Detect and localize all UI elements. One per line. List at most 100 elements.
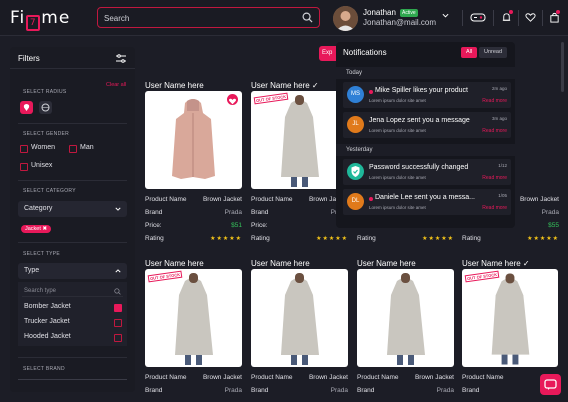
avatar[interactable] bbox=[333, 6, 358, 31]
notification-item[interactable]: MS Mike Spiller likes your product Lorem… bbox=[343, 82, 511, 108]
grey-coat-image bbox=[387, 273, 425, 365]
product-name-label: Product Name bbox=[145, 374, 187, 381]
type-option-trucker[interactable]: Trucker Jacket bbox=[24, 318, 70, 325]
header-divider bbox=[462, 10, 463, 26]
product-image[interactable] bbox=[357, 269, 454, 367]
price-value: $51 bbox=[231, 222, 242, 229]
product-name-row: Product Name Brown Jacket bbox=[145, 196, 242, 203]
rating-label: Rating bbox=[145, 235, 164, 242]
rating-row: Rating ★★★★★ bbox=[251, 235, 348, 242]
divider bbox=[18, 242, 127, 243]
grey-coat-image bbox=[175, 273, 213, 365]
heart-icon[interactable] bbox=[525, 12, 536, 23]
bomber-checkbox[interactable] bbox=[114, 304, 122, 312]
notification-text: Password successfully changed bbox=[369, 164, 469, 171]
read-more-link[interactable]: Read more bbox=[482, 205, 507, 211]
product-name-row: Product Name Brown Jacket bbox=[145, 374, 242, 381]
chevron-down-icon[interactable] bbox=[442, 12, 449, 19]
women-checkbox[interactable] bbox=[20, 145, 28, 153]
type-option-bomber[interactable]: Bomber Jacket bbox=[24, 303, 71, 310]
chip-close-icon[interactable]: ✖ bbox=[42, 226, 47, 232]
type-search-placeholder: Search type bbox=[24, 288, 57, 294]
product-image[interactable]: OUT OF STOCK bbox=[145, 269, 242, 367]
search-input[interactable] bbox=[104, 11, 294, 25]
brand-label: Brand bbox=[251, 387, 269, 394]
location-radius-button[interactable] bbox=[20, 101, 33, 114]
card-user-name: User Name here ✓ bbox=[462, 259, 530, 268]
unisex-checkbox[interactable] bbox=[20, 163, 28, 171]
rating-stars: ★★★★★ bbox=[316, 236, 348, 242]
notification-item[interactable]: DL Daniele Lee sent you a messa... Lorem… bbox=[343, 189, 511, 215]
header-divider bbox=[542, 10, 543, 26]
notification-subtext: Lorem ipsum dolor site amet bbox=[369, 98, 426, 103]
heart-icon bbox=[228, 98, 237, 105]
search-icon bbox=[114, 288, 121, 295]
avatar: MS bbox=[347, 86, 364, 103]
trucker-checkbox[interactable] bbox=[114, 319, 122, 327]
shield-check-icon bbox=[351, 166, 360, 177]
user-name: Jonathan bbox=[363, 8, 396, 17]
category-chip[interactable]: Jacket ✖ bbox=[21, 225, 52, 233]
tab-unread[interactable]: Unread bbox=[479, 47, 508, 58]
brand-label: Brand bbox=[145, 209, 163, 216]
rating-label: Rating bbox=[357, 235, 376, 242]
brand-value: Prada bbox=[224, 387, 242, 394]
brand-field-line bbox=[18, 379, 127, 380]
product-image[interactable] bbox=[251, 269, 348, 367]
today-section-label: Today bbox=[336, 67, 515, 79]
rating-label: Rating bbox=[462, 235, 481, 242]
logo-text-end: me bbox=[41, 8, 71, 28]
product-name-label: Product Name bbox=[145, 196, 187, 203]
read-more-link[interactable]: Read more bbox=[482, 128, 507, 134]
card-user-name: User Name here bbox=[357, 259, 416, 268]
page-scrollbar[interactable] bbox=[561, 42, 564, 92]
man-checkbox[interactable] bbox=[69, 145, 77, 153]
location-pin-icon bbox=[23, 104, 30, 111]
brand-label: SELECT BRAND bbox=[23, 366, 65, 372]
category-dropdown[interactable]: Category bbox=[18, 201, 127, 217]
chat-button[interactable] bbox=[540, 374, 561, 395]
price-row: Price: bbox=[251, 222, 348, 229]
card-user-name: User Name here bbox=[145, 81, 204, 90]
product-image[interactable]: OUT OF STOCK bbox=[251, 91, 348, 189]
women-label: Women bbox=[31, 144, 55, 151]
top-header: Fi7me Jonathan Active Jonathan@mail.com bbox=[0, 0, 568, 36]
price-label: Price: bbox=[145, 222, 162, 229]
brand-row: Brand Prada bbox=[145, 387, 242, 394]
type-search-input[interactable]: Search type bbox=[22, 286, 123, 297]
type-label: SELECT TYPE bbox=[23, 251, 61, 257]
notification-time: 1/05 bbox=[498, 193, 507, 198]
read-more-link[interactable]: Read more bbox=[482, 175, 507, 181]
product-name-label: Product Name bbox=[251, 196, 293, 203]
product-image[interactable] bbox=[145, 91, 242, 189]
category-label: SELECT CATEGORY bbox=[23, 188, 76, 194]
rating-stars: ★★★★★ bbox=[422, 236, 454, 242]
notification-subtext: Lorem ipsum dolor site amet bbox=[369, 175, 426, 180]
notification-item[interactable]: Password successfully changed Lorem ipsu… bbox=[343, 159, 511, 185]
search-bar bbox=[97, 7, 320, 28]
gamepad-icon[interactable] bbox=[470, 12, 486, 23]
divider bbox=[18, 123, 127, 124]
product-name-value: Brown Jacket bbox=[202, 374, 242, 381]
tab-all[interactable]: All bbox=[461, 47, 478, 58]
notification-item[interactable]: JL Jena Lopez sent you a message Lorem i… bbox=[343, 112, 511, 138]
product-image[interactable]: OUT OF STOCK bbox=[462, 269, 558, 367]
chip-label: Jacket bbox=[25, 226, 41, 232]
unread-dot bbox=[369, 197, 373, 201]
rating-row: Rating ★★★★★ bbox=[462, 235, 559, 242]
status-badge: Active bbox=[400, 9, 418, 17]
read-more-link[interactable]: Read more bbox=[482, 98, 507, 104]
hooded-checkbox[interactable] bbox=[114, 334, 122, 342]
card-user-name: User Name here bbox=[145, 259, 204, 268]
avatar bbox=[347, 163, 364, 180]
rating-row: Rating ★★★★★ bbox=[357, 235, 454, 242]
sliders-icon[interactable] bbox=[116, 54, 126, 63]
search-icon[interactable] bbox=[302, 12, 313, 23]
filters-title: Filters bbox=[18, 54, 40, 63]
type-option-hooded[interactable]: Hooded Jacket bbox=[24, 333, 71, 340]
globe-radius-button[interactable] bbox=[39, 101, 52, 114]
app-logo[interactable]: Fi 7 me bbox=[10, 8, 71, 31]
header-divider bbox=[518, 10, 519, 26]
type-dropdown[interactable]: Type bbox=[18, 263, 127, 279]
favorite-button[interactable] bbox=[227, 94, 238, 105]
